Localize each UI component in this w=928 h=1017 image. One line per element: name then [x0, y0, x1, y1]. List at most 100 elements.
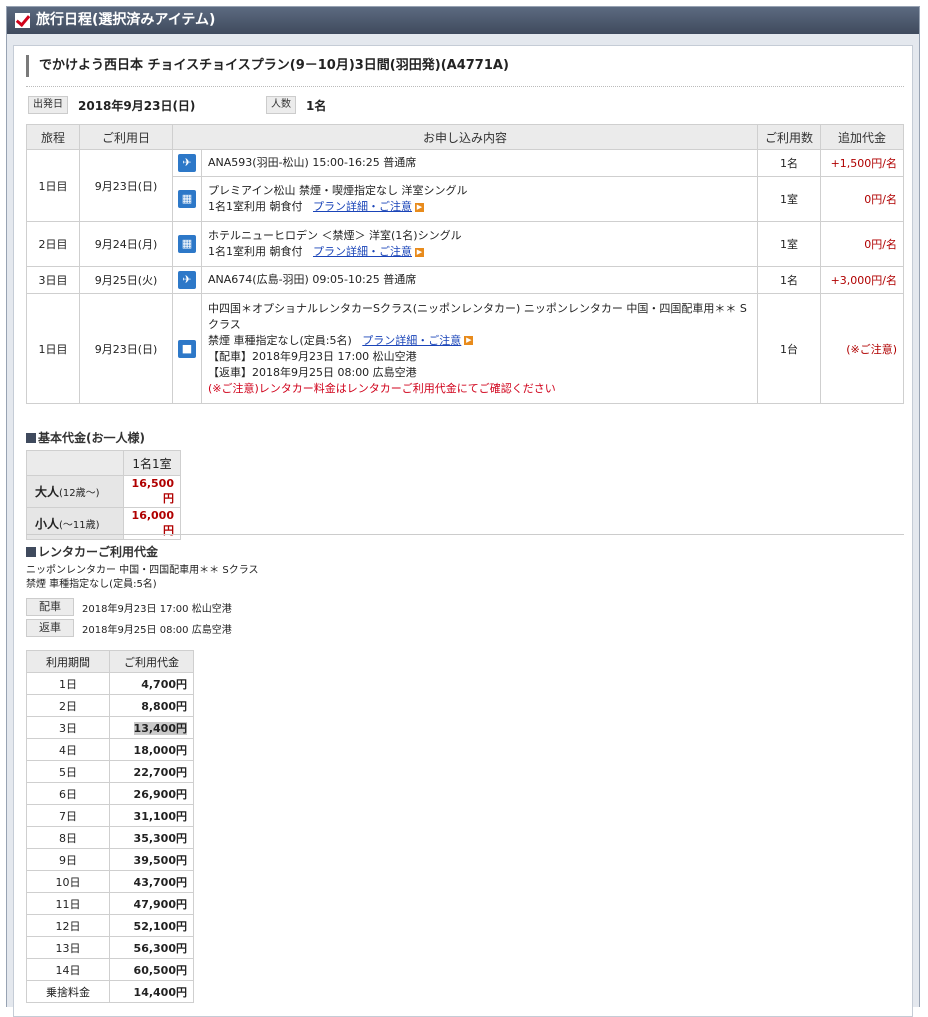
period-cell: 乗捨料金	[26, 980, 110, 1003]
rental-price-cell: 56,300円	[109, 936, 194, 959]
col-header: 1名1室	[123, 450, 181, 476]
col-header: ご利用数	[757, 124, 821, 150]
day-cell: 1日目	[26, 293, 80, 404]
count-cell: 1名	[757, 149, 821, 177]
checkbox-icon	[15, 13, 30, 28]
panel-header: 旅行日程(選択済みアイテム)	[7, 7, 919, 34]
period-cell: 7日	[26, 804, 110, 827]
table-row: 7日 31,100円	[26, 804, 194, 827]
table-row: 1日 4,700円	[26, 672, 194, 695]
table-row: 3日 13,400円	[26, 716, 194, 739]
table-row: 4日 18,000円	[26, 738, 194, 761]
panel-title: 旅行日程(選択済みアイテム)	[36, 12, 216, 28]
period-cell: 9日	[26, 848, 110, 871]
return-row: 返車 2018年9月25日 08:00 広島空港	[26, 619, 232, 637]
pickup-row: 配車 2018年9月23日 17:00 松山空港	[26, 598, 232, 616]
depart-label: 出発日	[28, 96, 68, 114]
period-cell: 10日	[26, 870, 110, 893]
flight-detail: ANA593(羽田-松山) 15:00-16:25 普通席	[201, 149, 758, 177]
arrow-icon: ▶	[464, 336, 474, 345]
adult-price: 16,500円	[123, 475, 181, 508]
table-row: 大人(12歳～) 16,500円	[26, 475, 181, 508]
period-cell: 2日	[26, 694, 110, 717]
pickup-label: 配車	[26, 598, 74, 616]
rental-price-cell: 26,900円	[109, 782, 194, 805]
hotel-icon: ▦	[178, 235, 196, 253]
plan-title: でかけよう西日本 チョイスチョイスプラン(9－10月)3日間(羽田発)(A477…	[26, 55, 909, 77]
plan-detail-link[interactable]: プラン詳細・ご注意	[313, 200, 412, 213]
depart-info: 出発日 2018年9月23日(日)	[28, 96, 195, 114]
hotel-name: プレミアイン松山 禁煙・喫煙指定なし 洋室シングル	[208, 184, 468, 197]
count-cell: 1台	[757, 293, 821, 404]
people-label: 人数	[266, 96, 296, 114]
rental-price-cell: 60,500円	[109, 958, 194, 981]
period-cell: 5日	[26, 760, 110, 783]
hotel-detail: プレミアイン松山 禁煙・喫煙指定なし 洋室シングル 1名1室利用 朝食付 プラン…	[201, 176, 758, 222]
rental-price-cell: 47,900円	[109, 892, 194, 915]
hotel-detail: ホテルニューヒロデン ＜禁煙＞ 洋室(1名)シングル 1名1室利用 朝食付 プラ…	[201, 221, 758, 267]
table-row: 14日 60,500円	[26, 958, 194, 981]
period-cell: 3日	[26, 716, 110, 739]
rental-price-cell: 13,400円	[109, 716, 194, 739]
square-icon	[26, 547, 36, 557]
arrow-icon: ▶	[415, 247, 424, 257]
period-cell: 14日	[26, 958, 110, 981]
table-header: 利用期間 ご利用代金	[26, 650, 194, 673]
col-header: 旅程	[26, 124, 80, 150]
period-cell: 6日	[26, 782, 110, 805]
hotel-name: ホテルニューヒロデン ＜禁煙＞ 洋室(1名)シングル	[208, 229, 462, 242]
rental-price-cell: 39,500円	[109, 848, 194, 871]
rental-price-cell: 31,100円	[109, 804, 194, 827]
price-cell: +3,000円/名	[820, 266, 904, 294]
period-cell: 4日	[26, 738, 110, 761]
base-price-title: 基本代金(お一人様)	[26, 429, 145, 446]
col-header: 追加代金	[820, 124, 904, 150]
rental-price-cell: 18,000円	[109, 738, 194, 761]
table-row: 13日 56,300円	[26, 936, 194, 959]
rental-price-title: レンタカーご利用代金	[26, 543, 158, 560]
period-cell: 12日	[26, 914, 110, 937]
day-cell: 1日目	[26, 149, 80, 222]
return-label: 返車	[26, 619, 74, 637]
adult-label: 大人(12歳～)	[26, 475, 124, 508]
car-icon: ■	[178, 339, 196, 358]
table-row: 12日 52,100円	[26, 914, 194, 937]
date-cell: 9月25日(火)	[79, 266, 173, 294]
period-cell: 11日	[26, 892, 110, 915]
rental-desc: ニッポンレンタカー 中国・四国配車用＊＊ Sクラス 禁煙 車種指定なし(定員:5…	[26, 565, 259, 590]
plan-detail-link[interactable]: プラン詳細・ご注意	[362, 334, 461, 347]
table-row: 6日 26,900円	[26, 782, 194, 805]
plane-icon: ✈	[178, 154, 196, 172]
table-row: 9日 39,500円	[26, 848, 194, 871]
depart-value: 2018年9月23日(日)	[78, 98, 196, 113]
col-header: お申し込み内容	[172, 124, 758, 150]
people-info: 人数 1名	[266, 96, 326, 114]
period-cell: 13日	[26, 936, 110, 959]
flight-detail: ANA674(広島-羽田) 09:05-10:25 普通席	[201, 266, 758, 294]
date-cell: 9月23日(日)	[79, 293, 173, 404]
table-row: 2日 8,800円	[26, 694, 194, 717]
table-row: 3日目 9月25日(火) ✈ ANA674(広島-羽田) 09:05-10:25…	[26, 266, 904, 294]
rental-name: 中四国＊オプショナルレンタカーSクラス(ニッポンレンタカー) ニッポンレンタカー…	[208, 301, 747, 331]
price-cell: 0円/名	[820, 221, 904, 267]
col-header: 利用期間	[26, 650, 110, 673]
rental-price-cell: 4,700円	[109, 672, 194, 695]
rental-sub: 禁煙 車種指定なし(定員:5名)	[208, 333, 352, 347]
plan-content: でかけよう西日本 チョイスチョイスプラン(9－10月)3日間(羽田発)(A477…	[13, 45, 913, 1017]
rental-price-cell: 22,700円	[109, 760, 194, 783]
rental-price-cell: 52,100円	[109, 914, 194, 937]
price-cell: 0円/名	[820, 176, 904, 222]
plane-icon: ✈	[178, 271, 196, 289]
plan-detail-link[interactable]: プラン詳細・ご注意	[313, 245, 412, 258]
rental-price-cell: 43,700円	[109, 870, 194, 893]
rental-note: (※ご注意)レンタカー料金はレンタカーご利用代金にてご確認ください	[208, 381, 556, 395]
base-price-table: 1名1室 大人(12歳～) 16,500円 小人(～11歳) 16,000円	[26, 450, 181, 540]
divider	[26, 534, 904, 535]
col-header: ご利用代金	[109, 650, 194, 673]
square-icon	[26, 433, 36, 443]
table-row: 2日目 9月24日(月) ▦ ホテルニューヒロデン ＜禁煙＞ 洋室(1名)シング…	[26, 221, 904, 267]
table-row: 5日 22,700円	[26, 760, 194, 783]
return-value: 2018年9月25日 08:00 広島空港	[82, 624, 232, 636]
table-row: 10日 43,700円	[26, 870, 194, 893]
people-value: 1名	[306, 98, 327, 113]
